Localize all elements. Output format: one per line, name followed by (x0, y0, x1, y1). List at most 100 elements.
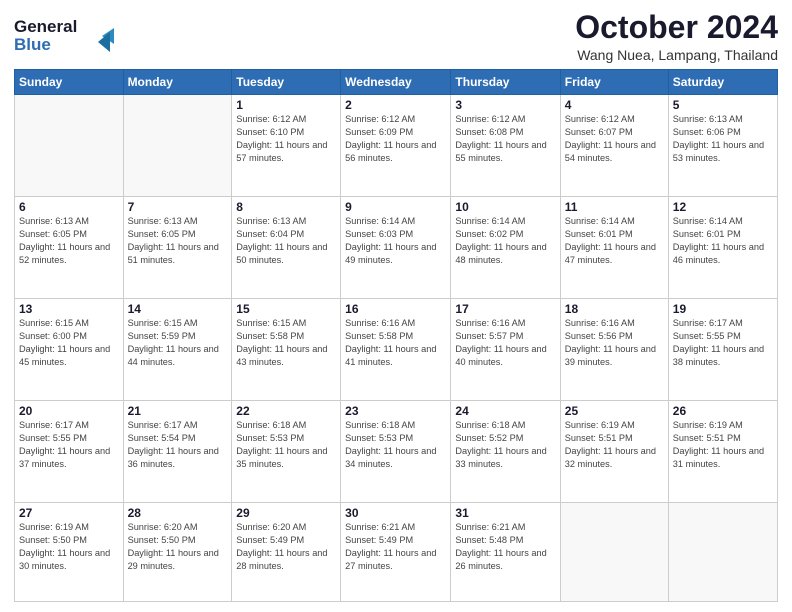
location: Wang Nuea, Lampang, Thailand (575, 47, 778, 63)
calendar-cell: 19Sunrise: 6:17 AMSunset: 5:55 PMDayligh… (668, 299, 777, 401)
day-number: 29 (236, 506, 336, 520)
day-info: Sunrise: 6:16 AMSunset: 5:57 PMDaylight:… (455, 317, 555, 369)
day-number: 23 (345, 404, 446, 418)
day-info: Sunrise: 6:12 AMSunset: 6:08 PMDaylight:… (455, 113, 555, 165)
calendar-cell: 11Sunrise: 6:14 AMSunset: 6:01 PMDayligh… (560, 197, 668, 299)
day-info: Sunrise: 6:15 AMSunset: 5:58 PMDaylight:… (236, 317, 336, 369)
day-info: Sunrise: 6:13 AMSunset: 6:05 PMDaylight:… (19, 215, 119, 267)
header-tuesday: Tuesday (232, 70, 341, 95)
day-number: 27 (19, 506, 119, 520)
logo: General Blue (14, 14, 124, 63)
day-number: 20 (19, 404, 119, 418)
calendar-cell: 21Sunrise: 6:17 AMSunset: 5:54 PMDayligh… (123, 401, 232, 503)
day-info: Sunrise: 6:21 AMSunset: 5:49 PMDaylight:… (345, 521, 446, 573)
calendar-header-row: Sunday Monday Tuesday Wednesday Thursday… (15, 70, 778, 95)
day-number: 1 (236, 98, 336, 112)
calendar-cell: 13Sunrise: 6:15 AMSunset: 6:00 PMDayligh… (15, 299, 124, 401)
page: General Blue October 2024 Wang Nuea, Lam… (0, 0, 792, 612)
calendar-cell: 8Sunrise: 6:13 AMSunset: 6:04 PMDaylight… (232, 197, 341, 299)
day-info: Sunrise: 6:17 AMSunset: 5:55 PMDaylight:… (19, 419, 119, 471)
day-info: Sunrise: 6:12 AMSunset: 6:07 PMDaylight:… (565, 113, 664, 165)
logo-text: General Blue (14, 14, 124, 63)
day-number: 11 (565, 200, 664, 214)
calendar-cell: 2Sunrise: 6:12 AMSunset: 6:09 PMDaylight… (341, 95, 451, 197)
calendar-cell: 31Sunrise: 6:21 AMSunset: 5:48 PMDayligh… (451, 503, 560, 602)
day-info: Sunrise: 6:16 AMSunset: 5:58 PMDaylight:… (345, 317, 446, 369)
header-monday: Monday (123, 70, 232, 95)
week-row-5: 27Sunrise: 6:19 AMSunset: 5:50 PMDayligh… (15, 503, 778, 602)
day-number: 5 (673, 98, 773, 112)
calendar-cell: 10Sunrise: 6:14 AMSunset: 6:02 PMDayligh… (451, 197, 560, 299)
calendar-cell: 28Sunrise: 6:20 AMSunset: 5:50 PMDayligh… (123, 503, 232, 602)
calendar-cell: 9Sunrise: 6:14 AMSunset: 6:03 PMDaylight… (341, 197, 451, 299)
header-wednesday: Wednesday (341, 70, 451, 95)
day-info: Sunrise: 6:17 AMSunset: 5:55 PMDaylight:… (673, 317, 773, 369)
header-thursday: Thursday (451, 70, 560, 95)
day-info: Sunrise: 6:18 AMSunset: 5:53 PMDaylight:… (345, 419, 446, 471)
day-number: 9 (345, 200, 446, 214)
calendar-cell (668, 503, 777, 602)
day-info: Sunrise: 6:14 AMSunset: 6:03 PMDaylight:… (345, 215, 446, 267)
day-info: Sunrise: 6:19 AMSunset: 5:50 PMDaylight:… (19, 521, 119, 573)
day-info: Sunrise: 6:15 AMSunset: 6:00 PMDaylight:… (19, 317, 119, 369)
day-number: 24 (455, 404, 555, 418)
day-number: 18 (565, 302, 664, 316)
calendar-cell: 5Sunrise: 6:13 AMSunset: 6:06 PMDaylight… (668, 95, 777, 197)
day-info: Sunrise: 6:14 AMSunset: 6:02 PMDaylight:… (455, 215, 555, 267)
calendar-cell (560, 503, 668, 602)
logo-icon: General Blue (14, 14, 124, 58)
calendar-cell: 17Sunrise: 6:16 AMSunset: 5:57 PMDayligh… (451, 299, 560, 401)
svg-text:Blue: Blue (14, 35, 51, 54)
calendar-cell: 6Sunrise: 6:13 AMSunset: 6:05 PMDaylight… (15, 197, 124, 299)
day-number: 28 (128, 506, 228, 520)
calendar-cell: 26Sunrise: 6:19 AMSunset: 5:51 PMDayligh… (668, 401, 777, 503)
day-number: 25 (565, 404, 664, 418)
day-number: 15 (236, 302, 336, 316)
day-number: 4 (565, 98, 664, 112)
calendar-cell: 7Sunrise: 6:13 AMSunset: 6:05 PMDaylight… (123, 197, 232, 299)
title-section: October 2024 Wang Nuea, Lampang, Thailan… (575, 10, 778, 63)
day-info: Sunrise: 6:14 AMSunset: 6:01 PMDaylight:… (673, 215, 773, 267)
calendar-cell: 30Sunrise: 6:21 AMSunset: 5:49 PMDayligh… (341, 503, 451, 602)
day-number: 21 (128, 404, 228, 418)
day-number: 31 (455, 506, 555, 520)
day-number: 6 (19, 200, 119, 214)
header-friday: Friday (560, 70, 668, 95)
calendar-table: Sunday Monday Tuesday Wednesday Thursday… (14, 69, 778, 602)
day-number: 2 (345, 98, 446, 112)
calendar-cell: 27Sunrise: 6:19 AMSunset: 5:50 PMDayligh… (15, 503, 124, 602)
day-number: 3 (455, 98, 555, 112)
day-number: 17 (455, 302, 555, 316)
calendar-cell: 25Sunrise: 6:19 AMSunset: 5:51 PMDayligh… (560, 401, 668, 503)
week-row-4: 20Sunrise: 6:17 AMSunset: 5:55 PMDayligh… (15, 401, 778, 503)
header-sunday: Sunday (15, 70, 124, 95)
day-info: Sunrise: 6:18 AMSunset: 5:53 PMDaylight:… (236, 419, 336, 471)
day-info: Sunrise: 6:13 AMSunset: 6:04 PMDaylight:… (236, 215, 336, 267)
day-number: 26 (673, 404, 773, 418)
day-info: Sunrise: 6:19 AMSunset: 5:51 PMDaylight:… (565, 419, 664, 471)
day-number: 22 (236, 404, 336, 418)
day-info: Sunrise: 6:18 AMSunset: 5:52 PMDaylight:… (455, 419, 555, 471)
header: General Blue October 2024 Wang Nuea, Lam… (14, 10, 778, 63)
day-number: 16 (345, 302, 446, 316)
day-info: Sunrise: 6:16 AMSunset: 5:56 PMDaylight:… (565, 317, 664, 369)
calendar-cell: 1Sunrise: 6:12 AMSunset: 6:10 PMDaylight… (232, 95, 341, 197)
calendar-cell: 22Sunrise: 6:18 AMSunset: 5:53 PMDayligh… (232, 401, 341, 503)
calendar-cell: 3Sunrise: 6:12 AMSunset: 6:08 PMDaylight… (451, 95, 560, 197)
day-number: 19 (673, 302, 773, 316)
day-number: 12 (673, 200, 773, 214)
day-number: 13 (19, 302, 119, 316)
calendar-cell: 20Sunrise: 6:17 AMSunset: 5:55 PMDayligh… (15, 401, 124, 503)
day-number: 8 (236, 200, 336, 214)
day-info: Sunrise: 6:12 AMSunset: 6:10 PMDaylight:… (236, 113, 336, 165)
day-info: Sunrise: 6:14 AMSunset: 6:01 PMDaylight:… (565, 215, 664, 267)
calendar-cell: 15Sunrise: 6:15 AMSunset: 5:58 PMDayligh… (232, 299, 341, 401)
day-info: Sunrise: 6:19 AMSunset: 5:51 PMDaylight:… (673, 419, 773, 471)
calendar-cell (15, 95, 124, 197)
calendar-cell: 14Sunrise: 6:15 AMSunset: 5:59 PMDayligh… (123, 299, 232, 401)
calendar-cell: 16Sunrise: 6:16 AMSunset: 5:58 PMDayligh… (341, 299, 451, 401)
day-info: Sunrise: 6:20 AMSunset: 5:50 PMDaylight:… (128, 521, 228, 573)
day-number: 7 (128, 200, 228, 214)
day-info: Sunrise: 6:20 AMSunset: 5:49 PMDaylight:… (236, 521, 336, 573)
calendar-cell: 23Sunrise: 6:18 AMSunset: 5:53 PMDayligh… (341, 401, 451, 503)
